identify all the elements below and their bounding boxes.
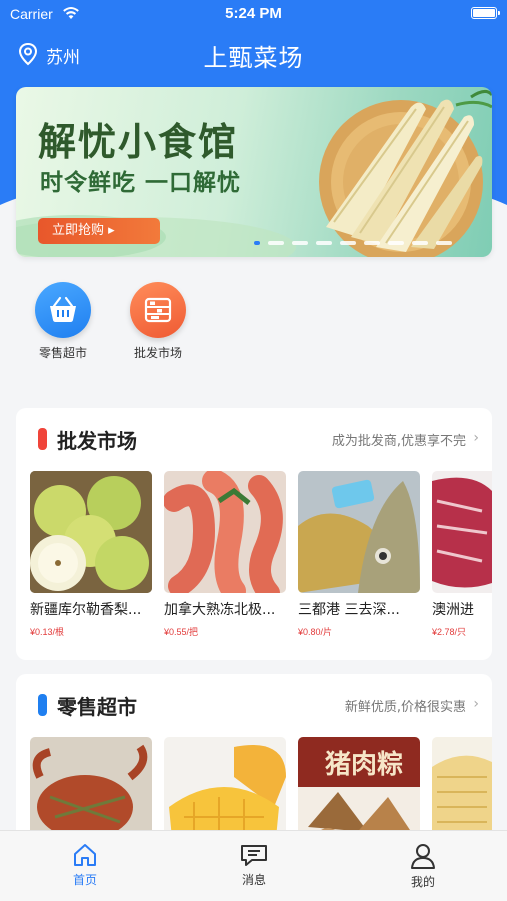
section-header[interactable]: 批发市场 成为批发商,优惠享不完 › [16,408,492,464]
carousel-indicator[interactable] [254,240,474,248]
battery-icon [471,7,500,19]
tab-label: 我的 [410,875,435,889]
carousel-dot[interactable] [292,241,308,245]
pear-image [30,471,152,593]
product-price: ¥2.78/只 [432,627,467,637]
product-price: ¥0.55/把 [164,627,199,637]
section-title: 批发市场 [57,429,137,453]
app-header: 苏州 上甄菜场 [0,30,507,78]
tab-messages[interactable]: 消息 [214,843,294,888]
section-accent-bar [38,428,47,450]
buy-now-button[interactable]: 立即抢购 ▸ [38,218,160,244]
shelf-icon [130,282,186,338]
tab-home[interactable]: 首页 [45,843,125,888]
carousel-dot[interactable] [340,241,356,245]
carousel-dot[interactable] [316,241,332,245]
product-price: ¥0.80/片 [298,627,333,637]
banner-subheadline: 时令鲜吃 一口解忧 [40,170,242,196]
section-header[interactable]: 零售超市 新鲜优质,价格很实惠 › [16,674,492,730]
section-more-link[interactable]: 新鲜优质,价格很实惠 [345,696,466,715]
product-name: 新疆库尔勒香梨... [30,602,142,618]
tab-label: 消息 [241,873,266,887]
wholesale-section: 批发市场 成为批发商,优惠享不完 › 新疆库尔勒香梨... ¥0.13/根 加拿… [16,408,492,660]
carousel-dot[interactable] [412,241,428,245]
bottom-tab-bar: 首页 消息 我的 [0,830,507,901]
carousel-dot[interactable] [388,241,404,245]
steak-image [432,471,492,593]
zongzi-package-label: 猪肉粽 [325,750,403,780]
quick-entry-wholesale[interactable]: 批发市场 [118,282,198,361]
product-card[interactable]: 三都港 三去深... ¥0.80/片 [298,471,420,638]
message-icon [241,845,267,866]
banner-headline: 解忧小食馆 [38,119,239,164]
profile-icon [411,844,435,869]
status-time: 5:24 PM [225,5,282,22]
chevron-right-icon[interactable]: › [473,430,479,446]
quick-entry-retail[interactable]: 零售超市 [23,282,103,361]
product-name: 加拿大熟冻北极... [164,602,276,618]
product-card[interactable]: 澳洲进 ¥2.78/只 [432,471,492,638]
yellow-croaker-image [298,471,420,593]
shrimp-image [164,471,286,593]
section-more-link[interactable]: 成为批发商,优惠享不完 [332,430,466,449]
chevron-right-icon[interactable]: › [473,696,479,712]
product-card[interactable]: 加拿大熟冻北极... ¥0.55/把 [164,471,286,638]
home-icon [74,844,96,866]
section-accent-bar [38,694,47,716]
promo-banner[interactable]: 解忧小食馆 时令鲜吃 一口解忧 立即抢购 ▸ [16,87,492,257]
product-name: 澳洲进 [432,602,474,618]
carousel-dot[interactable] [254,241,260,245]
carousel-dot[interactable] [364,241,380,245]
section-title: 零售超市 [57,695,137,719]
product-price: ¥0.13/根 [30,627,65,637]
quick-entry-label: 批发市场 [133,346,182,360]
tab-label: 首页 [72,873,97,887]
status-bar: Carrier 5:24 PM [0,0,507,30]
carousel-dot[interactable] [268,241,284,245]
product-card[interactable]: 新疆库尔勒香梨... ¥0.13/根 [30,471,152,638]
tab-profile[interactable]: 我的 [383,843,463,890]
basket-icon [35,282,91,338]
quick-entry-label: 零售超市 [38,346,87,360]
product-name: 三都港 三去深... [298,602,400,618]
carousel-dot[interactable] [436,241,452,245]
page-title: 上甄菜场 [203,44,304,72]
